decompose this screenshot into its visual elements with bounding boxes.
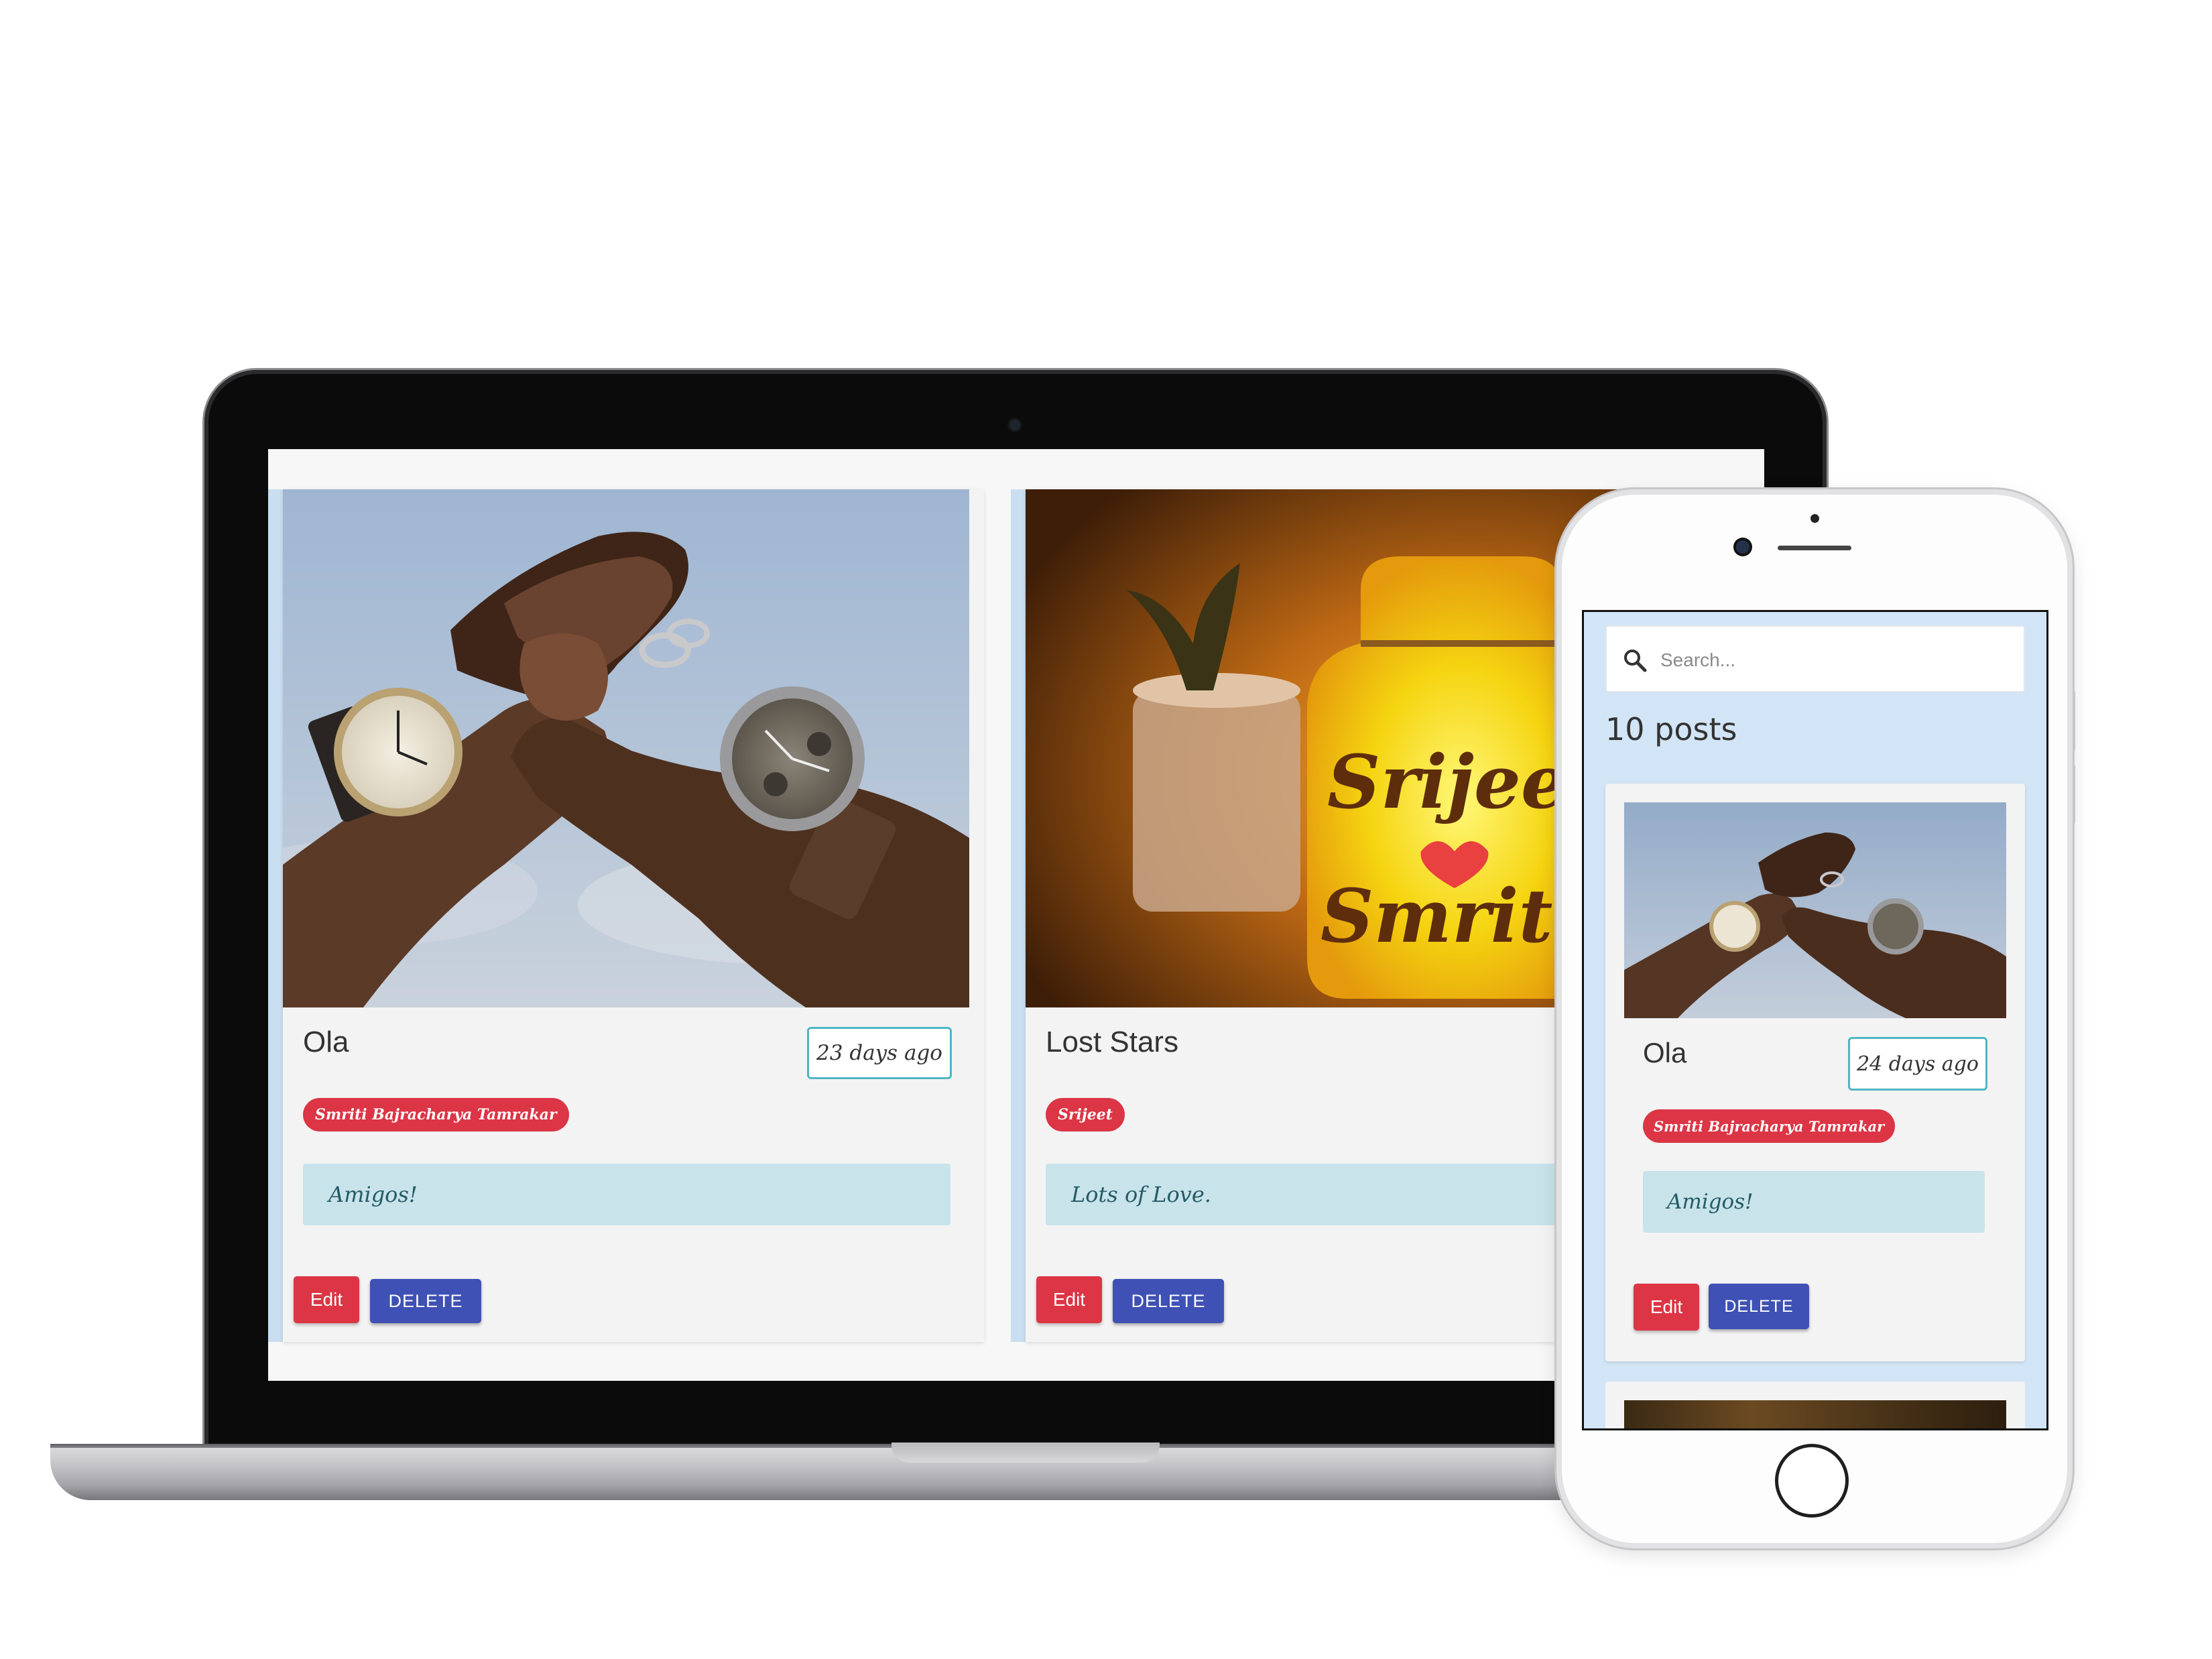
post-photo-hands: [1624, 802, 2006, 1018]
phone-front-camera: [1736, 540, 1749, 554]
author-tag[interactable]: Srijeet: [1046, 1098, 1125, 1131]
column-divider: [268, 489, 283, 1342]
post-title: Lost Stars: [1046, 1026, 1179, 1058]
laptop-screen: Ola 23 days ago Smriti Bajracharya Tamra…: [268, 449, 1764, 1381]
edit-button[interactable]: Edit: [1036, 1276, 1102, 1323]
posts-count: 10 posts: [1605, 711, 1737, 747]
search-icon: [1621, 647, 1648, 674]
laptop-camera: [1009, 420, 1020, 430]
laptop-trackpad-notch: [892, 1442, 1160, 1463]
delete-button[interactable]: DELETE: [370, 1279, 481, 1323]
post-message: Amigos!: [303, 1164, 950, 1225]
post-message: Amigos!: [1643, 1171, 1985, 1233]
post-card: Ola 23 days ago Smriti Bajracharya Tamra…: [283, 489, 984, 1342]
post-photo-hands: [283, 489, 969, 1007]
phone-screen: 10 posts Ola 24 d: [1582, 610, 2048, 1430]
edit-button[interactable]: Edit: [1634, 1284, 1699, 1331]
search-input[interactable]: [1659, 640, 2010, 680]
phone-sensor: [1810, 514, 1819, 523]
post-card: Ola 24 days ago Smriti Bajracharya Tamra…: [1605, 784, 2025, 1361]
phone-speaker: [1778, 546, 1851, 550]
post-photo-partial: [1624, 1400, 2006, 1428]
phone-home-button[interactable]: [1775, 1444, 1849, 1518]
post-card-partial: [1605, 1381, 2025, 1428]
delete-button[interactable]: DELETE: [1113, 1279, 1224, 1323]
column-divider: [1011, 489, 1026, 1342]
edit-button[interactable]: Edit: [294, 1276, 359, 1323]
post-date-badge: 24 days ago: [1848, 1037, 1987, 1091]
jar-text-line2: Smriti: [1320, 873, 1581, 959]
post-title: Ola: [1643, 1037, 1687, 1068]
author-tag[interactable]: Smriti Bajracharya Tamrakar: [303, 1098, 569, 1131]
author-tag[interactable]: Smriti Bajracharya Tamrakar: [1643, 1109, 1896, 1143]
delete-button[interactable]: DELETE: [1709, 1284, 1809, 1329]
search-bar[interactable]: [1605, 625, 2025, 692]
post-title: Ola: [303, 1026, 349, 1058]
post-date-badge: 23 days ago: [807, 1027, 952, 1079]
